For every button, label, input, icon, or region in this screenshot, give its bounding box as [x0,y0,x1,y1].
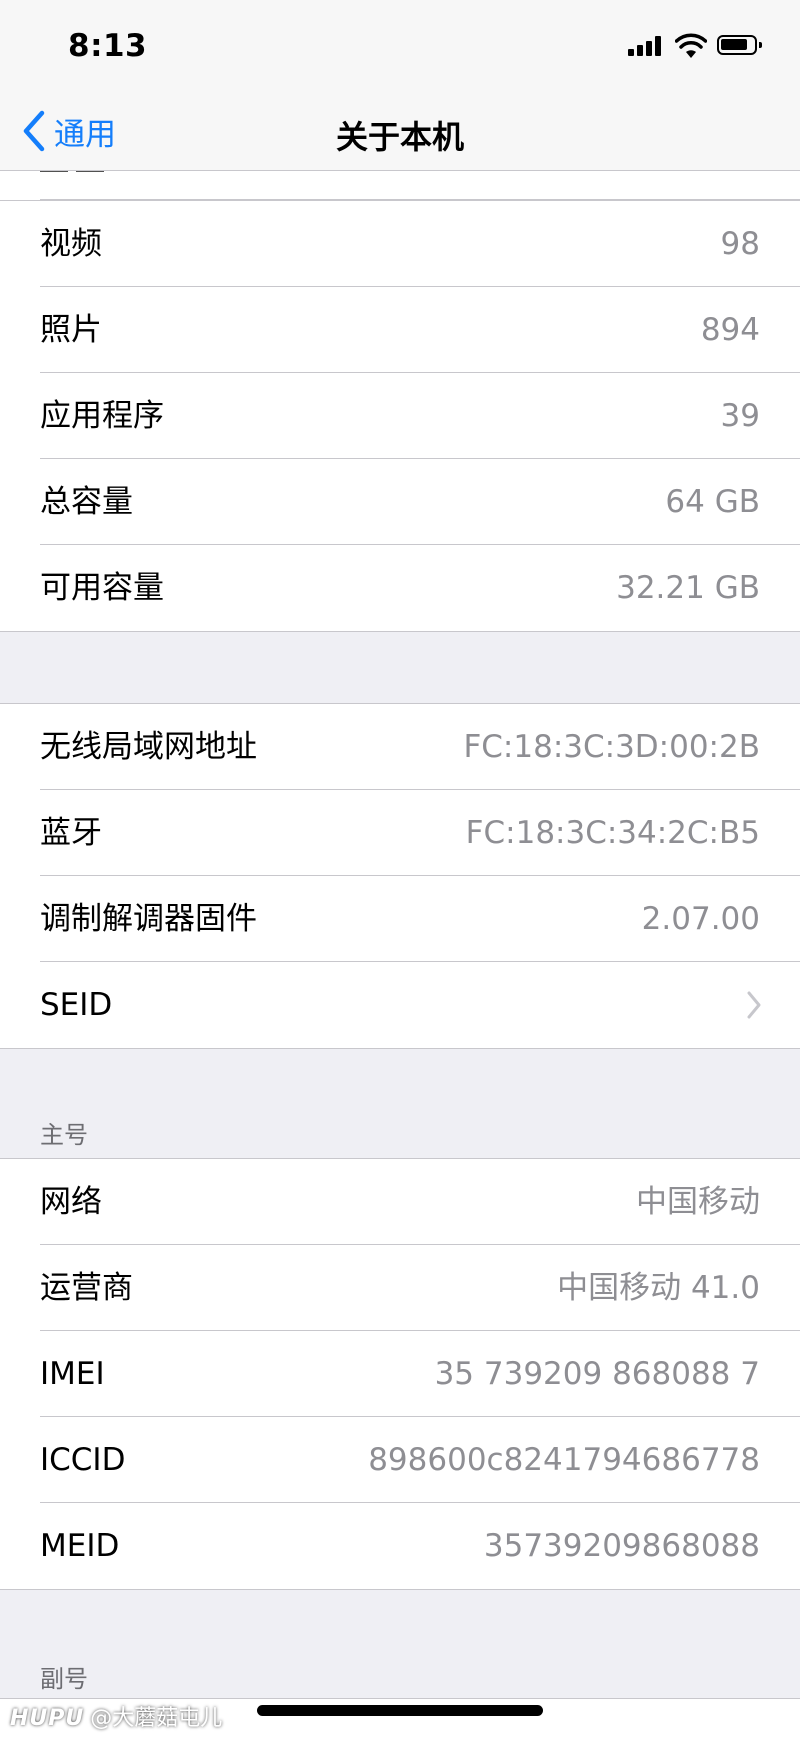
row-iccid: ICCID 898600c8241794686778 [0,1417,800,1503]
status-time: 8:13 [68,28,148,64]
page-title: 关于本机 [335,118,464,156]
row-label: MEID [40,1528,120,1564]
row-bluetooth: 蓝牙 FC:18:3C:34:2C:B5 [0,790,800,876]
chevron-right-icon [747,991,761,1019]
row-value: FC:18:3C:34:2C:B5 [465,815,760,851]
network-info-group: 无线局域网地址 FC:18:3C:3D:00:2B 蓝牙 FC:18:3C:34… [0,703,800,1049]
row-label: 蓝牙 [40,815,102,851]
row-value: 中国移动 [636,1184,760,1220]
row-wifi-address: 无线局域网地址 FC:18:3C:3D:00:2B [0,704,800,790]
row-label: 视频 [40,226,102,262]
primary-sim-group: 网络 中国移动 运营商 中国移动 41.0 IMEI 35 739209 868… [0,1158,800,1590]
row-videos: 视频 98 [0,201,800,287]
row-value: 35739209868088 [483,1528,760,1564]
home-indicator[interactable] [257,1705,543,1716]
battery-icon [717,35,762,55]
row-meid: MEID 35739209868088 [0,1503,800,1589]
row-available: 可用容量 32.21 GB [0,545,800,631]
row-label: 应用程序 [40,398,164,434]
row-carrier: 运营商 中国移动 41.0 [0,1245,800,1331]
row-imei: IMEI 35 739209 868088 7 [0,1331,800,1417]
watermark: HUPU @大蘑菇屯儿 [10,1700,222,1732]
section-header-primary: 主号 [40,1121,88,1149]
row-label: ICCID [40,1442,126,1478]
row-applications: 应用程序 39 [0,373,800,459]
section-header-secondary: 副号 [40,1665,88,1693]
row-value: 64 GB [665,484,760,520]
row-seid[interactable]: SEID [0,962,800,1048]
row-value: 中国移动 41.0 [557,1270,760,1306]
row-label: 调制解调器固件 [40,901,257,937]
row-value: FC:18:3C:3D:00:2B [463,729,760,765]
row-label: 照片 [40,312,102,348]
row-value: 898600c8241794686778 [368,1442,760,1478]
watermark-brand: HUPU [10,1706,85,1731]
row-photos: 照片 894 [0,287,800,373]
row-label: 网络 [40,1184,102,1220]
row-value: 98 [720,226,760,262]
row-value: 39 [720,398,760,434]
row-value: 32.21 GB [616,570,760,606]
row-modem-firmware: 调制解调器固件 2.07.00 [0,876,800,962]
storage-info-group: 视频 98 照片 894 应用程序 39 总容量 64 GB 可用容量 32.2… [0,200,800,632]
row-value: 2.07.00 [641,901,760,937]
status-bar: 8:13 [0,0,800,96]
partial-list-row [0,170,800,200]
row-value: 35 739209 868088 7 [434,1356,760,1392]
row-label: 总容量 [40,484,133,520]
row-label: 无线局域网地址 [40,729,257,765]
watermark-text: @大蘑菇屯儿 [90,1706,223,1731]
row-value: 894 [700,312,760,348]
row-capacity: 总容量 64 GB [0,459,800,545]
row-label: SEID [40,987,113,1023]
row-network: 网络 中国移动 [0,1159,800,1245]
row-label: IMEI [40,1356,105,1392]
cellular-signal-icon [628,34,666,56]
wifi-icon [675,33,707,58]
row-label: 可用容量 [40,570,164,606]
row-label: 运营商 [40,1270,133,1306]
navigation-bar: 通用 关于本机 [0,96,800,171]
